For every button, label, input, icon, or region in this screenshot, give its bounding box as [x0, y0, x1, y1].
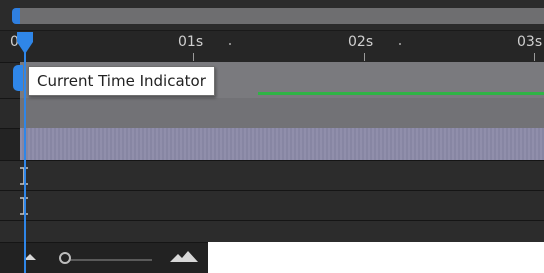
timeline-panel: 0s 01s 02s 03s Current Time Indicator	[0, 0, 544, 273]
audio-waveform-line	[258, 92, 544, 95]
layer-duration-bar[interactable]	[20, 98, 544, 128]
time-ruler[interactable]: 0s 01s 02s 03s	[0, 30, 544, 63]
slider-knob-icon[interactable]	[59, 252, 71, 264]
work-area-start-handle[interactable]	[12, 8, 20, 24]
work-area-bar[interactable]	[0, 0, 544, 30]
work-area-range[interactable]	[14, 8, 544, 24]
ruler-label-03s: 03s	[517, 34, 543, 50]
layer-row[interactable]	[0, 160, 544, 191]
current-time-indicator-line[interactable]	[24, 40, 26, 273]
ruler-tick	[534, 53, 535, 61]
ruler-label-01s: 01s	[178, 34, 204, 50]
ruler-tick	[193, 53, 194, 61]
current-time-indicator-row-handle[interactable]	[13, 65, 23, 91]
tooltip: Current Time Indicator	[28, 66, 215, 96]
empty-region	[208, 242, 544, 273]
layer-duration-bar[interactable]	[20, 128, 544, 160]
zoom-slider-track[interactable]	[60, 259, 152, 261]
tooltip-text: Current Time Indicator	[37, 72, 206, 90]
layer-row[interactable]	[0, 220, 544, 243]
layer-row[interactable]	[0, 190, 544, 221]
ruler-minor-tick	[399, 43, 401, 45]
mountain-large-icon[interactable]	[168, 248, 202, 264]
ruler-label-02s: 02s	[348, 34, 374, 50]
current-time-indicator-handle[interactable]	[14, 30, 36, 56]
ruler-tick	[364, 53, 365, 61]
ruler-minor-tick	[229, 43, 231, 45]
